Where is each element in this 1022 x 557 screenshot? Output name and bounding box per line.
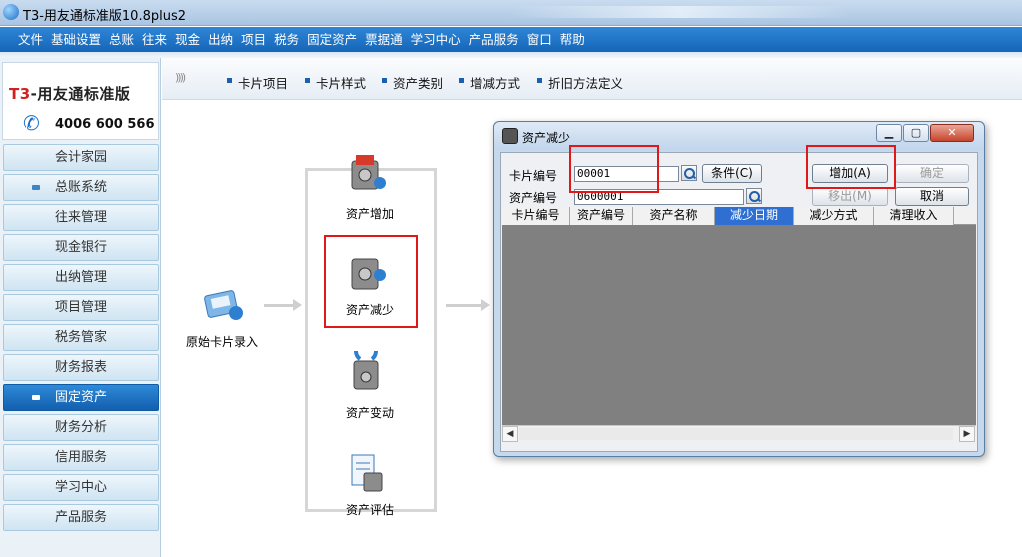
sidebar-item-fixed-assets[interactable]: 固定资产: [3, 384, 159, 411]
sidebar-item-cashier[interactable]: 出纳管理: [3, 264, 159, 291]
asset-number-label: 资产编号: [509, 191, 558, 205]
bullet-icon: [32, 395, 40, 400]
col-card-number[interactable]: 卡片编号: [502, 207, 570, 225]
menu-product-services[interactable]: 产品服务: [465, 27, 523, 52]
sidebar-item-projects[interactable]: 项目管理: [3, 294, 159, 321]
sidebar-item-receivables[interactable]: 往来管理: [3, 204, 159, 231]
sidebar-item-financial-analysis[interactable]: 财务分析: [3, 414, 159, 441]
col-asset-number[interactable]: 资产编号: [570, 207, 633, 225]
subnav-asset-categories[interactable]: 资产类别: [381, 73, 443, 92]
arrow-right-icon: [264, 299, 302, 311]
sidebar-item-general-ledger[interactable]: 总账系统: [3, 174, 159, 201]
window-title: T3-用友通标准版10.8plus2: [23, 9, 186, 24]
horizontal-scrollbar[interactable]: ◀ ▶: [502, 425, 976, 442]
flow-asset-evaluate[interactable]: 资产评估: [325, 501, 415, 518]
card-search-icon[interactable]: [681, 165, 697, 181]
subnav-card-styles[interactable]: 卡片样式: [304, 73, 366, 92]
bullet-icon: [32, 185, 40, 190]
sidebar-item-credit-services[interactable]: 信用服务: [3, 444, 159, 471]
confirm-button[interactable]: 确定: [895, 164, 969, 183]
sidebar: T3-用友通标准版 ✆ 4006 600 566 会计家园 总账系统 往来管理 …: [0, 58, 161, 557]
phone-icon: ✆: [23, 111, 40, 135]
asset-search-icon[interactable]: [746, 188, 762, 204]
dialog-app-icon: [502, 128, 518, 144]
menu-project[interactable]: 项目: [237, 27, 270, 52]
dialog-title: 资产减少: [522, 131, 571, 145]
asset-evaluate-icon[interactable]: [346, 451, 390, 495]
flow-original-card-entry[interactable]: 原始卡片录入: [177, 333, 267, 350]
highlight-box: [569, 145, 659, 193]
expand-chevron-icon[interactable]: )))): [175, 71, 186, 84]
flow-asset-reduce[interactable]: 资产减少: [325, 301, 415, 318]
app-icon: [3, 4, 19, 20]
card-number-label: 卡片编号: [509, 169, 558, 183]
col-disposal-income[interactable]: 清理收入: [874, 207, 954, 225]
asset-add-icon[interactable]: [346, 151, 390, 195]
menu-window[interactable]: 窗口: [523, 27, 556, 52]
menu-learning-center[interactable]: 学习中心: [407, 27, 465, 52]
menu-help[interactable]: 帮助: [556, 27, 589, 52]
menu-ledger[interactable]: 总账: [105, 27, 138, 52]
sidebar-item-accounting-home[interactable]: 会计家园: [3, 144, 159, 171]
scroll-right-icon[interactable]: ▶: [959, 426, 975, 442]
col-reduce-method[interactable]: 减少方式: [794, 207, 874, 225]
scroll-left-icon[interactable]: ◀: [502, 426, 518, 442]
subnav-change-methods[interactable]: 增减方式: [458, 73, 520, 92]
brand-name: T3-用友通标准版: [9, 85, 131, 103]
highlight-box: [806, 145, 896, 189]
menu-bar: 文件 基础设置 总账 往来 现金 出纳 项目 税务 固定资产 票据通 学习中心 …: [0, 27, 1022, 52]
menu-basic-settings[interactable]: 基础设置: [47, 27, 105, 52]
remove-button[interactable]: 移出(M): [812, 187, 888, 206]
asset-reduce-dialog: 资产减少 ▁ ▢ ✕ 卡片编号 00001 条件(C) 资产编号 0600001…: [493, 121, 985, 457]
sidebar-item-reports[interactable]: 财务报表: [3, 354, 159, 381]
menu-bills[interactable]: 票据通: [361, 27, 407, 52]
title-bar: T3-用友通标准版10.8plus2: [0, 0, 1022, 26]
flow-asset-change[interactable]: 资产变动: [325, 404, 415, 421]
sidebar-item-cash-bank[interactable]: 现金银行: [3, 234, 159, 261]
col-reduce-date[interactable]: 减少日期: [715, 207, 794, 225]
menu-file[interactable]: 文件: [14, 27, 47, 52]
menu-transactions[interactable]: 往来: [138, 27, 171, 52]
sidebar-item-learning-center[interactable]: 学习中心: [3, 474, 159, 501]
arrow-right-icon: [446, 299, 490, 311]
minimize-icon[interactable]: ▁: [876, 124, 902, 142]
subnav-depreciation-methods[interactable]: 折旧方法定义: [536, 73, 623, 92]
scroll-thumb[interactable]: [519, 428, 953, 440]
menu-tax[interactable]: 税务: [270, 27, 303, 52]
sidebar-item-tax[interactable]: 税务管家: [3, 324, 159, 351]
cancel-button[interactable]: 取消: [895, 187, 969, 206]
blurred-title-region: [510, 6, 850, 18]
menu-fixed-assets[interactable]: 固定资产: [303, 27, 361, 52]
dialog-body: 卡片编号 00001 条件(C) 资产编号 0600001 增加(A) 确定 移…: [500, 145, 978, 452]
sidebar-item-product-services[interactable]: 产品服务: [3, 504, 159, 531]
menu-cashier[interactable]: 出纳: [204, 27, 237, 52]
col-asset-name[interactable]: 资产名称: [633, 207, 715, 225]
reduction-table: 卡片编号 资产编号 资产名称 减少日期 减少方式 清理收入: [502, 207, 976, 425]
dialog-title-bar: 资产减少 ▁ ▢ ✕: [494, 122, 984, 150]
flow-asset-add[interactable]: 资产增加: [325, 205, 415, 222]
sub-toolbar: )))) 卡片项目 卡片样式 资产类别 增减方式 折旧方法定义: [162, 58, 1022, 100]
subnav-card-items[interactable]: 卡片项目: [226, 73, 288, 92]
close-icon[interactable]: ✕: [930, 124, 974, 142]
menu-cash[interactable]: 现金: [171, 27, 204, 52]
condition-button[interactable]: 条件(C): [702, 164, 762, 183]
asset-reduce-icon[interactable]: [346, 251, 390, 295]
maximize-icon[interactable]: ▢: [903, 124, 929, 142]
phone-number: 4006 600 566: [55, 117, 155, 132]
card-entry-icon[interactable]: [202, 283, 246, 327]
asset-change-icon[interactable]: [346, 351, 390, 395]
brand-panel: T3-用友通标准版 ✆ 4006 600 566: [2, 62, 159, 140]
